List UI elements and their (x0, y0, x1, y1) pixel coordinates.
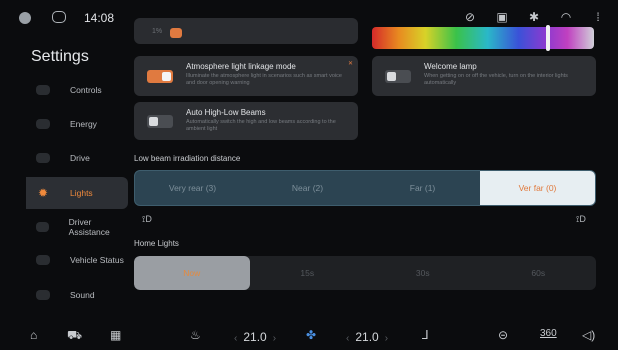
avatar-icon[interactable] (19, 12, 31, 24)
sound-icon (36, 290, 50, 300)
home-icon[interactable]: ⌂ (30, 328, 37, 342)
controls-icon (36, 85, 50, 95)
temp-up-icon[interactable]: › (273, 333, 276, 344)
seat-icon[interactable]: ⅃ (422, 328, 429, 342)
auto-beams-card: Auto High-Low Beams Automatically switch… (134, 102, 358, 140)
atmosphere-linkage-title: Atmosphere light linkage mode (186, 62, 296, 71)
sidebar-item-label: Vehicle Status (70, 255, 124, 265)
atmosphere-linkage-desc: Illuminate the atmosphere light in scena… (186, 73, 342, 86)
sidebar-item-label: Energy (70, 119, 97, 129)
low-beam-option[interactable]: Very rear (3) (135, 171, 250, 205)
sidebar-item-label: Controls (70, 85, 102, 95)
passenger-temp-value: 21.0 (355, 330, 379, 344)
lights-settings-panel: 1% Atmosphere light linkage mode Illumin… (134, 18, 596, 318)
energy-icon (36, 119, 50, 129)
home-lights-selector: Now 15s 30s 60s (134, 256, 596, 290)
brightness-slider-handle[interactable] (170, 28, 182, 38)
sidebar-item-label: Driver Assistance (68, 217, 110, 237)
sidebar-item-sound[interactable]: Sound (26, 279, 128, 311)
temp-up-icon[interactable]: › (385, 333, 388, 344)
low-beam-label: Low beam irradiation distance (134, 154, 241, 163)
sidebar-item-driver-assistance[interactable]: Driver Assistance (26, 211, 128, 243)
driver-temperature[interactable]: ‹ 21.0 › (228, 330, 282, 344)
welcome-lamp-title: Welcome lamp (424, 62, 477, 71)
atmosphere-linkage-toggle[interactable] (147, 70, 173, 83)
message-icon[interactable] (52, 11, 66, 23)
sidebar-item-lights[interactable]: ✹ Lights (26, 177, 128, 209)
sidebar-item-energy[interactable]: Energy (26, 108, 128, 140)
assist-icon (36, 222, 49, 232)
auto-beams-title: Auto High-Low Beams (186, 108, 266, 117)
clock: 14:08 (84, 11, 115, 25)
atmosphere-linkage-card: Atmosphere light linkage mode Illuminate… (134, 56, 358, 96)
sidebar-item-controls[interactable]: Controls (26, 74, 128, 106)
sidebar-item-drive[interactable]: Drive (26, 142, 128, 174)
drive-icon (36, 153, 50, 163)
volume-icon[interactable]: ◁) (582, 328, 595, 342)
info-icon[interactable]: ✕ (348, 60, 353, 67)
home-lights-label: Home Lights (134, 239, 179, 248)
status-icon (36, 255, 50, 265)
low-beam-far-icon: ⟟D (576, 214, 586, 224)
sidebar-item-vehicle-status[interactable]: Vehicle Status (26, 244, 128, 276)
welcome-lamp-toggle[interactable] (385, 70, 411, 83)
ambient-color-slider[interactable] (372, 27, 594, 49)
low-beam-selector: Very rear (3) Near (2) Far (1) Ver far (… (134, 170, 596, 206)
home-lights-option[interactable]: 15s (250, 256, 366, 290)
low-beam-option[interactable]: Near (2) (250, 171, 365, 205)
temp-down-icon[interactable]: ‹ (346, 333, 349, 344)
welcome-lamp-desc: When getting on or off the vehicle, turn… (424, 73, 568, 86)
defrost-icon[interactable]: ♨ (190, 328, 201, 342)
fan-icon[interactable]: ✤ (306, 328, 316, 342)
sidebar-item-label: Drive (70, 153, 90, 163)
auto-beams-toggle[interactable] (147, 115, 173, 128)
home-lights-option-selected[interactable]: Now (134, 256, 250, 290)
driver-temp-value: 21.0 (243, 330, 267, 344)
sun-icon: ✹ (37, 186, 49, 200)
car-icon[interactable]: ⛟ (67, 328, 82, 344)
color-slider-thumb[interactable] (546, 25, 550, 51)
temp-down-icon[interactable]: ‹ (234, 333, 237, 344)
camera-360-icon[interactable]: 360 (540, 328, 557, 339)
brightness-value: 1% (152, 28, 163, 35)
sidebar-item-label: Sound (70, 290, 95, 300)
welcome-lamp-card: Welcome lamp When getting on or off the … (372, 56, 596, 96)
passenger-temperature[interactable]: ‹ 21.0 › (340, 330, 394, 344)
sidebar-item-label: Lights (70, 188, 93, 198)
brightness-card[interactable]: 1% (134, 18, 358, 44)
low-beam-near-icon: ⟟D (142, 214, 152, 224)
low-beam-option[interactable]: Far (1) (365, 171, 480, 205)
car-view-icon[interactable]: ⊝ (498, 328, 508, 342)
home-lights-option[interactable]: 60s (481, 256, 597, 290)
auto-beams-desc: Automatically switch the high and low be… (186, 119, 336, 132)
low-beam-option-selected[interactable]: Ver far (0) (480, 171, 595, 205)
page-title: Settings (31, 48, 89, 65)
apps-grid-icon[interactable]: ▦ (110, 328, 121, 342)
home-lights-option[interactable]: 30s (365, 256, 481, 290)
